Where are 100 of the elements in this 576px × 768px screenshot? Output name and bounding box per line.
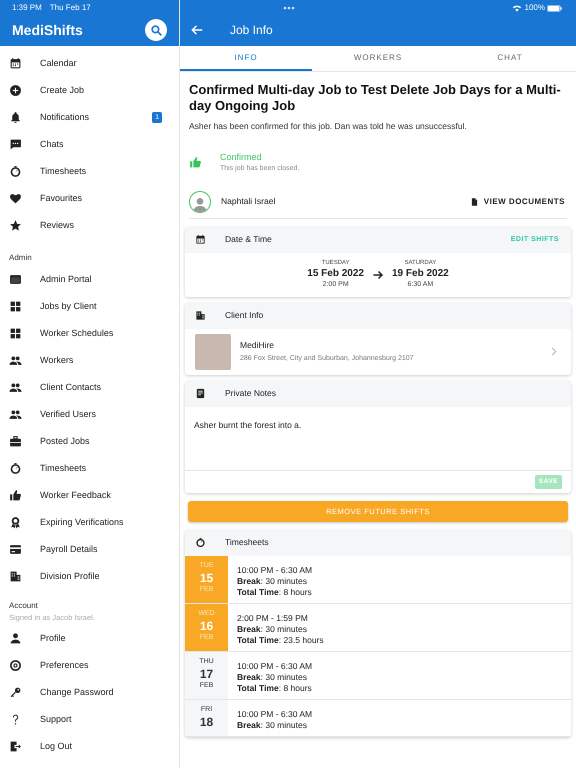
credit-card-icon [9, 543, 22, 556]
shift-hours: 10:00 PM - 6:30 AM [237, 660, 312, 672]
photo-placeholder [195, 334, 231, 370]
sidebar-item[interactable]: Payroll Details [0, 536, 179, 563]
sidebar-item[interactable]: Timesheets [0, 455, 179, 482]
grid-icon [9, 327, 22, 340]
status-date: Thu Feb 17 [50, 2, 91, 14]
sidebar-item[interactable]: Jobs by Client [0, 293, 179, 320]
plus-circle-icon [9, 84, 22, 97]
break-duration: Break: 30 minutes [237, 624, 308, 635]
person-icon [9, 632, 22, 646]
document-icon [470, 196, 479, 207]
grid-icon [9, 300, 22, 313]
sidebar-item[interactable]: Division Profile [0, 563, 179, 590]
card-title: Timesheets [225, 536, 270, 550]
thumbs-up-icon [189, 156, 202, 170]
dots-icon [283, 6, 295, 10]
chat-bubble-icon [9, 138, 22, 151]
sidebar-item[interactable]: Timesheets [0, 158, 179, 185]
sidebar-item[interactable]: Profile [0, 625, 179, 652]
sidebar-item[interactable]: Reviews [0, 212, 179, 239]
sidebar-item[interactable]: Worker Schedules [0, 320, 179, 347]
tab[interactable]: WORKERS [312, 46, 444, 71]
sidebar-item[interactable]: Admin Portal [0, 266, 179, 293]
break-duration: Break: 30 minutes [237, 672, 308, 683]
stopwatch-icon [9, 462, 22, 475]
key-icon [9, 686, 22, 700]
day-number: 18 [200, 715, 214, 730]
sidebar-item[interactable]: Chats [0, 131, 179, 158]
card-title: Date & Time [225, 233, 273, 246]
window-icon [9, 273, 22, 286]
right-arrow-icon [372, 268, 384, 281]
calendar-icon [195, 234, 206, 246]
search-icon [150, 24, 162, 36]
date-value: 15 Feb 2022 [307, 268, 364, 280]
calendar-icon [9, 57, 22, 70]
card-title: Private Notes [225, 387, 278, 400]
briefcase-icon [9, 435, 22, 448]
tab[interactable]: CHAT [444, 46, 576, 71]
status-time: 1:39 PM [12, 2, 42, 14]
section-heading: Account [9, 600, 39, 612]
building-icon [9, 570, 22, 583]
sidebar-item[interactable]: Client Contacts [0, 374, 179, 401]
total-time: Total Time: 8 hours [237, 586, 312, 598]
stopwatch-icon [9, 165, 22, 178]
sidebar-item[interactable]: Expiring Verifications [0, 509, 179, 536]
bell-icon [9, 111, 22, 124]
chevron-right-icon [551, 347, 557, 356]
sidebar-item[interactable]: Preferences [0, 652, 179, 680]
avatar-silhouette [189, 190, 211, 213]
wifi-icon [512, 4, 522, 12]
day-number: 15 [200, 571, 214, 586]
status-label: Confirmed [220, 150, 263, 164]
notes-input[interactable]: Asher burnt the forest into a. [185, 406, 571, 471]
logout-icon [9, 740, 22, 754]
job-title: Confirmed Multi-day Job to Test Delete Job Days for a Multi-day Ongoing Job [189, 82, 562, 114]
stopwatch-icon [195, 537, 206, 548]
sidebar-item[interactable]: Calendar [0, 50, 179, 77]
break-duration: Break: 30 minutes [237, 720, 308, 731]
building-icon [195, 310, 206, 322]
back-arrow-icon [190, 23, 204, 37]
award-ribbon-icon [9, 516, 22, 529]
total-time: Total Time: 23.5 hours [237, 634, 324, 646]
shift-hours: 10:00 PM - 6:30 AM [237, 708, 312, 720]
sidebar-item[interactable]: Posted Jobs [0, 428, 179, 455]
client-name: MediHire [240, 339, 276, 352]
sidebar-item[interactable]: Verified Users [0, 401, 179, 428]
sidebar-item[interactable]: Support [0, 706, 179, 734]
sidebar-item[interactable]: Change Password [0, 679, 179, 706]
note-icon [195, 388, 206, 400]
break-duration: Break: 30 minutes [237, 576, 308, 587]
sidebar-item[interactable]: Create Job [0, 77, 179, 104]
page-title: Job Info [230, 22, 273, 39]
tab[interactable]: INFO [180, 46, 312, 71]
people-icon [9, 381, 22, 394]
sidebar-item[interactable]: Favourites [0, 185, 179, 212]
battery-level: 100% [524, 2, 545, 14]
star-icon [9, 219, 22, 232]
worker-name: Naphtali Israel [221, 195, 276, 208]
heart-icon [9, 192, 22, 205]
job-summary: Asher has been confirmed for this job. Dan was told he was unsuccessful. [189, 120, 468, 133]
battery-icon [547, 4, 562, 12]
sidebar-item[interactable]: Log Out [0, 733, 179, 760]
shift-hours: 10:00 PM - 6:30 AM [237, 564, 312, 576]
date-value: 19 Feb 2022 [392, 268, 449, 280]
search-button[interactable] [145, 19, 167, 41]
people-icon [9, 408, 22, 421]
card-title: Client Info [225, 309, 264, 322]
total-time: Total Time: 8 hours [237, 682, 312, 694]
sidebar-item[interactable]: Worker Feedback [0, 482, 179, 509]
day-number: 16 [200, 619, 214, 634]
day-number: 17 [200, 667, 214, 682]
people-icon [9, 354, 22, 367]
back-button[interactable] [190, 23, 204, 37]
view-documents-button[interactable]: VIEW DOCUMENTS [470, 196, 565, 208]
thumbs-up-icon [9, 489, 22, 502]
app-title: MediShifts [12, 20, 83, 40]
sidebar-item[interactable]: Workers [0, 347, 179, 374]
section-heading: Admin [9, 252, 33, 264]
shift-hours: 2:00 PM - 1:59 PM [237, 612, 309, 624]
